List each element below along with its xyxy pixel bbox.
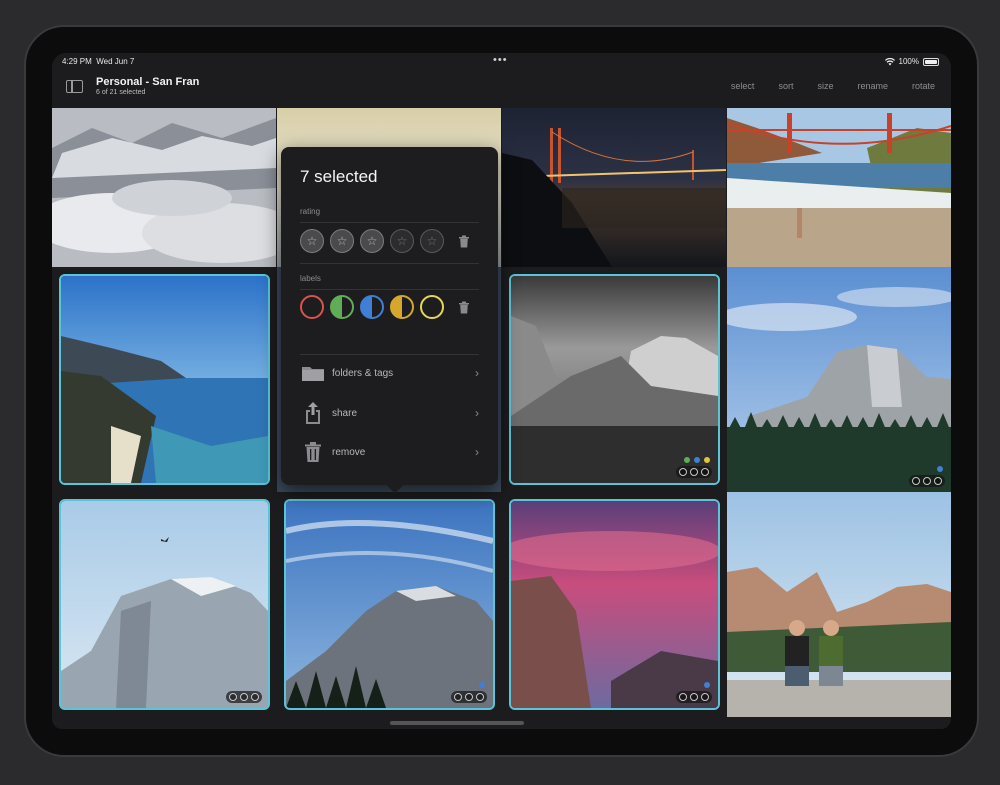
size-button[interactable]: size	[817, 81, 833, 91]
photo-el-capitan-pink-sky[interactable]	[509, 499, 720, 710]
star-5-icon[interactable]: ☆	[420, 229, 444, 253]
folder-icon	[300, 362, 326, 384]
battery-percent: 100%	[898, 57, 919, 66]
photo-yosemite-bw[interactable]	[509, 274, 720, 485]
chevron-right-icon: ›	[475, 366, 479, 380]
home-indicator	[390, 721, 524, 725]
rotate-button[interactable]: rotate	[912, 81, 935, 91]
label-colors	[300, 295, 444, 319]
popover-title: 7 selected	[300, 167, 378, 186]
rating-badges	[451, 691, 487, 703]
label-dot-blue	[937, 466, 943, 472]
rating-badges	[676, 466, 712, 478]
clear-labels-trash-icon[interactable]	[458, 301, 470, 314]
label-yellow-icon[interactable]	[420, 295, 444, 319]
label-dot-yellow	[704, 457, 710, 463]
rating-badges	[909, 475, 945, 487]
sidebar-toggle-icon[interactable]	[66, 80, 83, 93]
chevron-right-icon: ›	[475, 445, 479, 459]
photo-grid	[52, 108, 951, 729]
rating-section-label: rating	[300, 207, 321, 216]
trash-icon	[300, 441, 326, 463]
share-row[interactable]: share ›	[300, 399, 479, 427]
folders-tags-row[interactable]: folders & tags ›	[300, 359, 479, 387]
clear-rating-trash-icon[interactable]	[458, 235, 470, 248]
chevron-right-icon: ›	[475, 406, 479, 420]
divider	[300, 263, 479, 264]
star-3-icon[interactable]: ☆	[360, 229, 384, 253]
app-screen: 4:29 PM Wed Jun 7 ••• 100% Personal - Sa…	[52, 53, 951, 729]
photo-golden-gate-beach[interactable]	[727, 108, 951, 267]
photo-half-dome-bird[interactable]	[59, 499, 270, 710]
rating-stars: ☆ ☆ ☆ ☆ ☆	[300, 229, 444, 253]
photo-golden-gate-night[interactable]	[502, 108, 726, 267]
star-4-icon[interactable]: ☆	[390, 229, 414, 253]
rename-button[interactable]: rename	[857, 81, 888, 91]
photo-big-sur-coast[interactable]	[59, 274, 270, 485]
nav-actions: select sort size rename rotate	[731, 81, 935, 91]
star-2-icon[interactable]: ☆	[330, 229, 354, 253]
wifi-icon	[884, 57, 895, 65]
status-right: 100%	[884, 57, 939, 66]
label-dot-blue	[704, 682, 710, 688]
album-title: Personal - San Fran	[96, 76, 200, 88]
label-green-icon[interactable]	[330, 295, 354, 319]
label-dot-blue	[694, 457, 700, 463]
sort-button[interactable]: sort	[778, 81, 793, 91]
label-dot-blue	[479, 682, 485, 688]
photo-clouds-mountains[interactable]	[52, 108, 276, 267]
share-label: share	[332, 407, 358, 419]
star-1-icon[interactable]: ☆	[300, 229, 324, 253]
photo-half-dome-trees[interactable]	[727, 267, 951, 492]
share-icon	[300, 402, 326, 424]
battery-icon	[923, 57, 939, 66]
selection-popover: 7 selected rating ☆ ☆ ☆ ☆ ☆ labels folde	[281, 147, 498, 485]
remove-label: remove	[332, 446, 366, 458]
rating-badges	[226, 691, 262, 703]
label-red-icon[interactable]	[300, 295, 324, 319]
labels-section-label: labels	[300, 274, 321, 283]
label-blue-icon[interactable]	[360, 295, 384, 319]
selection-count: 6 of 21 selected	[96, 89, 146, 96]
folders-tags-label: folders & tags	[332, 367, 394, 379]
divider	[300, 222, 479, 223]
status-time: 4:29 PM Wed Jun 7	[62, 57, 135, 66]
photo-half-dome-wispy-clouds[interactable]	[284, 499, 495, 710]
rating-badges	[676, 691, 712, 703]
remove-row[interactable]: remove ›	[300, 438, 479, 466]
photo-two-men-valley[interactable]	[727, 492, 951, 717]
select-button[interactable]: select	[731, 81, 755, 91]
multitasking-dots[interactable]: •••	[493, 54, 508, 66]
nav-bar: Personal - San Fran 6 of 21 selected sel…	[52, 71, 951, 108]
divider	[300, 354, 479, 355]
label-dot-green	[684, 457, 690, 463]
status-bar: 4:29 PM Wed Jun 7 ••• 100%	[52, 53, 951, 71]
divider	[300, 289, 479, 290]
label-orange-icon[interactable]	[390, 295, 414, 319]
